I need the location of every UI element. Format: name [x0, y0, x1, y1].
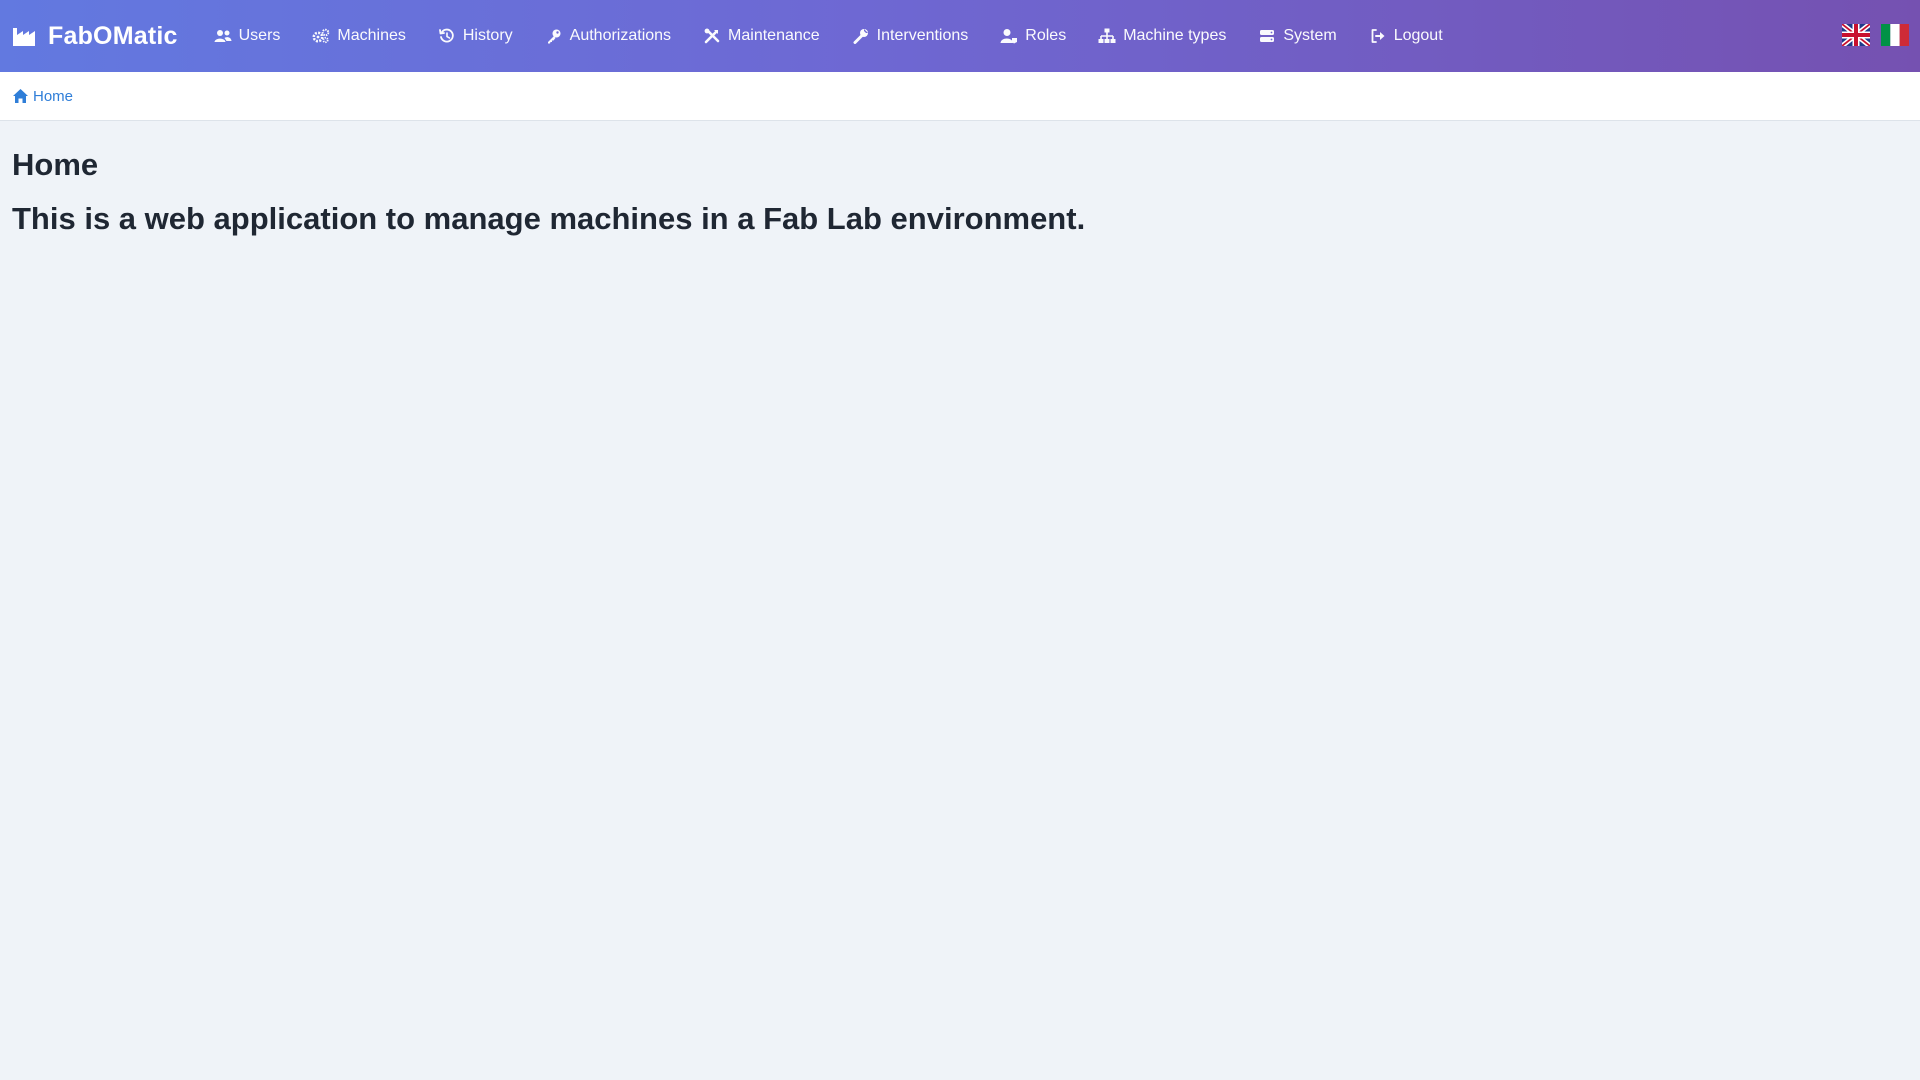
top-navbar: FabOMatic Users Machines History Authori…	[0, 0, 1920, 72]
home-icon	[12, 88, 29, 104]
brand-name: FabOMatic	[48, 21, 178, 50]
nav-item-interventions[interactable]: Interventions	[836, 0, 985, 72]
sitemap-icon	[1098, 27, 1116, 45]
factory-icon	[12, 25, 38, 47]
nav-item-roles[interactable]: Roles	[984, 0, 1082, 72]
nav-item-label: Machine types	[1123, 27, 1227, 44]
wrench-icon	[852, 27, 870, 45]
key-icon	[545, 27, 563, 45]
logout-icon	[1369, 27, 1387, 45]
nav-item-label: Roles	[1025, 27, 1067, 44]
flag-uk-icon	[1842, 24, 1870, 46]
nav-item-logout[interactable]: Logout	[1353, 0, 1459, 72]
nav-menu: Users Machines History Authorizations Ma…	[198, 0, 1459, 72]
nav-item-label: Machines	[337, 27, 406, 44]
page-subtitle: This is a web application to manage mach…	[12, 201, 1086, 236]
page-title: Home	[12, 147, 99, 182]
nav-item-label: Users	[238, 27, 281, 44]
history-icon	[438, 27, 456, 45]
user-tag-icon	[1000, 27, 1018, 45]
nav-item-label: Interventions	[876, 27, 969, 44]
nav-item-label: Maintenance	[728, 27, 820, 44]
main-content: Home This is a web application to manage…	[12, 121, 1892, 239]
nav-item-label: Authorizations	[569, 27, 672, 44]
nav-item-users[interactable]: Users	[198, 0, 297, 72]
users-icon	[214, 27, 232, 45]
nav-item-machines[interactable]: Machines	[296, 0, 421, 72]
breadcrumb-label: Home	[33, 87, 74, 105]
language-en-button[interactable]	[1842, 24, 1870, 46]
nav-item-label: Logout	[1393, 27, 1443, 44]
tools-icon	[703, 27, 721, 45]
nav-item-authorizations[interactable]: Authorizations	[529, 0, 687, 72]
nav-item-machine-types[interactable]: Machine types	[1082, 0, 1242, 72]
breadcrumb: Home	[0, 72, 1920, 121]
brand-link[interactable]: FabOMatic	[12, 0, 178, 72]
breadcrumb-home-link[interactable]: Home	[12, 88, 73, 105]
server-icon	[1258, 27, 1276, 45]
language-it-button[interactable]	[1881, 24, 1909, 46]
nav-item-system[interactable]: System	[1242, 0, 1352, 72]
flag-italy-icon	[1881, 24, 1909, 46]
nav-item-label: System	[1283, 27, 1337, 44]
nav-item-maintenance[interactable]: Maintenance	[687, 0, 836, 72]
nav-item-label: History	[462, 27, 513, 44]
nav-item-history[interactable]: History	[422, 0, 529, 72]
cogs-icon	[312, 27, 330, 45]
